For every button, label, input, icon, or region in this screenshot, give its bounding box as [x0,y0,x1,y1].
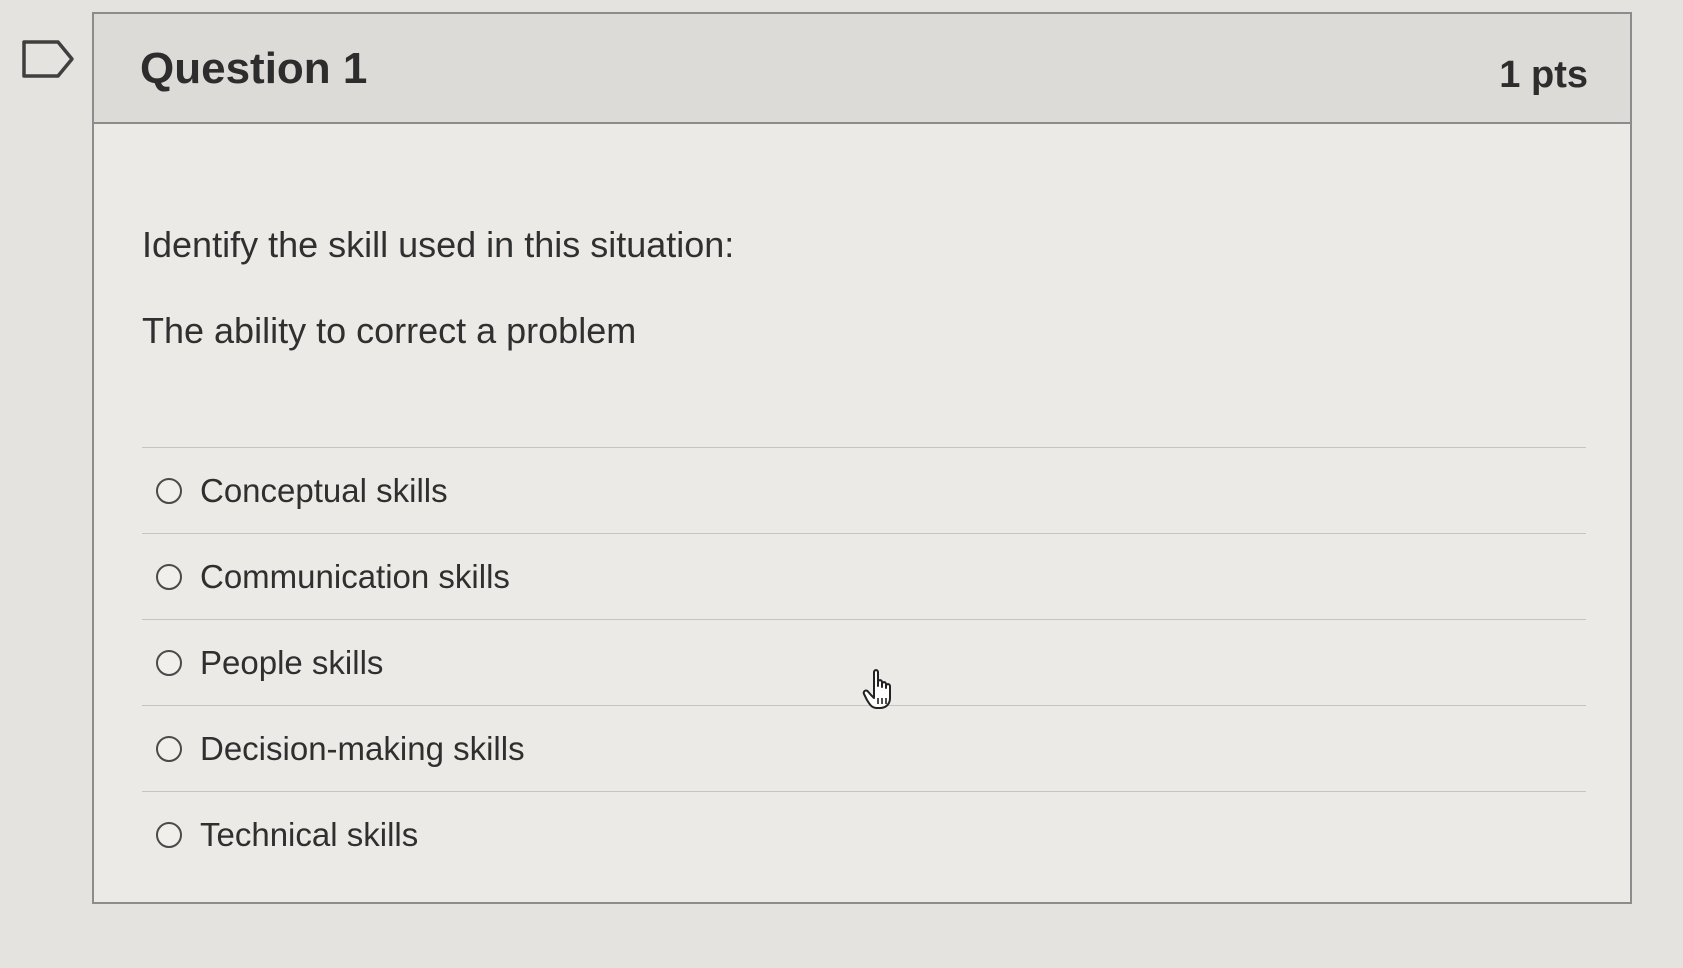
question-title: Question 1 [140,44,368,93]
radio-button[interactable] [156,735,182,762]
hand-pointer-cursor-icon [862,668,900,710]
answer-option-communication[interactable]: Communication skills [142,534,1586,620]
answer-list: Conceptual skills Communication skills P… [142,447,1586,877]
answer-label: Decision-making skills [200,729,525,767]
radio-button[interactable] [156,821,182,848]
question-points: 1 pts [1499,54,1588,96]
question-card: Question 1 1 pts Identify the skill used… [92,12,1632,904]
question-prompt: Identify the skill used in this situatio… [142,224,735,265]
flag-question-icon[interactable] [20,38,76,80]
question-situation: The ability to correct a problem [142,310,637,351]
answer-option-technical[interactable]: Technical skills [142,792,1586,877]
answer-option-decision-making[interactable]: Decision-making skills [142,706,1586,792]
question-body: Identify the skill used in this situatio… [94,124,1630,877]
question-header: Question 1 1 pts [94,14,1630,124]
answer-label: People skills [200,643,384,681]
answer-label: Conceptual skills [200,471,448,509]
answer-label: Technical skills [200,815,419,853]
radio-button[interactable] [156,563,182,590]
answer-option-conceptual[interactable]: Conceptual skills [142,448,1586,534]
answer-label: Communication skills [200,557,510,595]
radio-button[interactable] [156,649,182,676]
radio-button[interactable] [156,477,182,504]
